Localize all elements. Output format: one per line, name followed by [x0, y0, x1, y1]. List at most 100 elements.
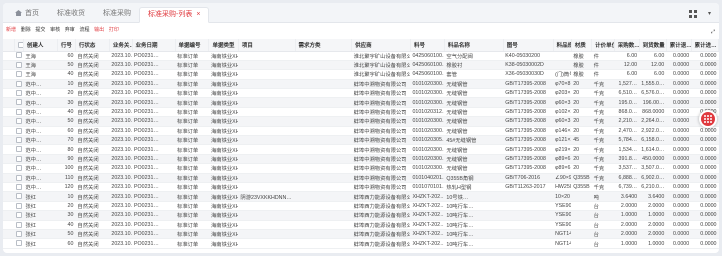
- unapprove-button[interactable]: 弃审: [65, 24, 75, 36]
- close-icon[interactable]: ×: [196, 11, 200, 18]
- row-checkbox[interactable]: [16, 230, 23, 237]
- table-row[interactable]: 范中…20自然关闭2023.10.16PO0231…标准订单海南铁业XHZKTJ…: [3, 88, 719, 99]
- column-header[interactable]: 业务关…: [109, 39, 133, 52]
- table-row[interactable]: 范中…100自然关闭2023.10.16PO0231…标准订单海南铁业XHZKT…: [3, 163, 719, 174]
- table-row[interactable]: 张红30自然关闭2023.10.16PO0231…标准订单海南铁业XHZKTJ……: [3, 210, 719, 221]
- submit-button[interactable]: 提交: [35, 24, 45, 36]
- row-checkbox-cell[interactable]: [14, 238, 24, 249]
- row-checkbox[interactable]: [16, 108, 23, 115]
- row-checkbox-cell[interactable]: [14, 79, 24, 90]
- column-header[interactable]: 单据类型: [208, 39, 239, 52]
- row-checkbox-cell[interactable]: [14, 173, 24, 183]
- column-header[interactable]: 行号: [57, 39, 76, 52]
- data-table-container[interactable]: 创建人行号行状态业务关…业务日期单据编号单据类型项目需求方类供应商料号料品名称图…: [3, 39, 719, 253]
- table-row[interactable]: 张红40自然关闭2023.10.16PO0231…标准订单海南铁业XHZKTJ……: [3, 220, 719, 230]
- tab-standard-purchase-list[interactable]: 标准采购-列表 ×: [139, 7, 210, 23]
- row-checkbox[interactable]: [16, 202, 23, 209]
- table-row[interactable]: 张红50自然关闭2023.10.16PO0231…标准订单海南铁业XHZKTJ……: [3, 229, 719, 240]
- row-checkbox-cell[interactable]: [14, 191, 24, 202]
- fullscreen-icon[interactable]: ⤢: [711, 26, 715, 38]
- row-checkbox-cell[interactable]: [14, 97, 24, 108]
- column-header[interactable]: 采购数…: [614, 39, 640, 52]
- table-row[interactable]: 范中…80自然关闭2023.10.16PO0231…标准订单海南铁业XHZKTJ…: [3, 144, 719, 155]
- row-checkbox[interactable]: [16, 193, 23, 200]
- row-checkbox[interactable]: [16, 71, 23, 78]
- app-grid-icon[interactable]: [689, 10, 697, 18]
- table-row[interactable]: 王海40自然关闭2023.10.16PO0231…标准订单海南铁业XHZKTJ……: [3, 69, 719, 80]
- column-header[interactable]: 行状态: [75, 39, 110, 52]
- row-checkbox[interactable]: [16, 221, 23, 228]
- row-checkbox-cell[interactable]: [14, 88, 24, 99]
- tab-standard-receipt[interactable]: 标准收货: [49, 7, 93, 23]
- table-row[interactable]: 张红60自然关闭2023.10.16PO0231…标准订单海南铁业XHZKTJ……: [3, 238, 719, 249]
- row-checkbox[interactable]: [16, 240, 23, 247]
- print-button[interactable]: 打印: [109, 24, 119, 36]
- table-row[interactable]: 王海50自然关闭2023.10.16PO0231…标准订单海南铁业XHZKTJ……: [3, 60, 719, 71]
- table-row[interactable]: 范中…60自然关闭2023.10.16PO0231…标准订单海南铁业XHZKTJ…: [3, 126, 719, 137]
- delete-button[interactable]: 删除: [21, 24, 31, 36]
- column-header[interactable]: 料品规格: [553, 39, 572, 52]
- tab-standard-purchase[interactable]: 标准采购: [95, 7, 139, 23]
- workflow-button[interactable]: 流程: [79, 24, 89, 36]
- row-checkbox[interactable]: [16, 99, 23, 106]
- column-header[interactable]: 料号: [410, 39, 445, 52]
- tab-home[interactable]: 首页: [7, 7, 47, 23]
- row-checkbox-cell[interactable]: [14, 126, 24, 137]
- table-row[interactable]: 范中…30自然关闭2023.10.16PO0231…标准订单海南铁业XHZKTJ…: [3, 97, 719, 108]
- chevron-down-icon[interactable]: ▾: [708, 10, 711, 17]
- row-checkbox-cell[interactable]: [14, 163, 24, 174]
- column-header[interactable]: 到货数量: [639, 39, 667, 52]
- row-checkbox-cell[interactable]: [14, 51, 24, 61]
- row-checkbox-cell[interactable]: [14, 116, 24, 127]
- column-header[interactable]: 材质: [571, 39, 593, 52]
- column-header[interactable]: 供应商: [351, 39, 411, 52]
- row-checkbox[interactable]: [16, 137, 23, 143]
- row-checkbox-cell[interactable]: [14, 69, 24, 80]
- column-header[interactable]: 项目: [238, 39, 296, 52]
- table-row[interactable]: 范中…90自然关闭2023.10.16PO0231…标准订单海南铁业XHZKTJ…: [3, 154, 719, 165]
- column-header[interactable]: 累计进…: [691, 39, 719, 52]
- select-all-checkbox-cell[interactable]: [14, 39, 24, 52]
- row-checkbox-cell[interactable]: [14, 135, 24, 146]
- row-checkbox-cell[interactable]: [14, 210, 24, 221]
- row-checkbox-cell[interactable]: [14, 229, 24, 240]
- row-checkbox[interactable]: [16, 127, 23, 134]
- row-checkbox[interactable]: [16, 155, 23, 162]
- row-checkbox[interactable]: [16, 61, 23, 68]
- approve-button[interactable]: 审核: [50, 24, 60, 36]
- row-checkbox[interactable]: [16, 165, 23, 172]
- column-header[interactable]: 需求方类: [295, 39, 353, 52]
- table-row[interactable]: 范中…40自然关闭2023.10.16PO0231…标准订单海南铁业XHZKTJ…: [3, 107, 719, 118]
- row-checkbox[interactable]: [16, 183, 23, 190]
- row-checkbox[interactable]: [16, 80, 23, 87]
- row-checkbox-cell[interactable]: [14, 201, 24, 212]
- table-row[interactable]: 范中…70自然关闭2023.10.16PO0231…标准订单海南铁业XHZKTJ…: [3, 135, 719, 146]
- add-button[interactable]: 新增: [6, 24, 16, 36]
- select-all-checkbox[interactable]: [17, 41, 23, 48]
- column-header[interactable]: 计价单位: [591, 39, 615, 52]
- column-header[interactable]: 累计退…: [666, 39, 692, 52]
- table-row[interactable]: 范中…50自然关闭2023.10.16PO0231…标准订单海南铁业XHZKTJ…: [3, 116, 719, 127]
- column-header[interactable]: 业务日期: [132, 39, 176, 52]
- column-header[interactable]: 创建人: [23, 39, 58, 52]
- floating-menu-button[interactable]: [699, 110, 717, 128]
- row-checkbox[interactable]: [16, 118, 23, 125]
- row-checkbox-cell[interactable]: [14, 154, 24, 165]
- table-row[interactable]: 王海60自然关闭2023.10.16PO0231…标准订单海南铁业XHZKTJ……: [3, 51, 719, 61]
- column-header[interactable]: 图号: [503, 39, 554, 52]
- row-checkbox-cell[interactable]: [14, 144, 24, 155]
- table-row[interactable]: 张红10自然关闭2023.10.16PO0231…标准订单海南铁业XHZKTJ……: [3, 191, 719, 202]
- row-checkbox[interactable]: [16, 52, 23, 59]
- column-header[interactable]: 单据编号: [175, 39, 210, 52]
- row-checkbox[interactable]: [16, 90, 23, 97]
- column-header[interactable]: 料品名称: [444, 39, 504, 52]
- row-checkbox-cell[interactable]: [14, 182, 24, 193]
- table-row[interactable]: 范中…120自然关闭2023.10.16PO0231…标准订单海南铁业XHZKT…: [3, 182, 719, 193]
- export-button[interactable]: 输出: [94, 24, 104, 36]
- row-checkbox[interactable]: [16, 146, 23, 153]
- row-checkbox-cell[interactable]: [14, 220, 24, 230]
- row-checkbox-cell[interactable]: [14, 60, 24, 71]
- row-checkbox[interactable]: [16, 174, 23, 181]
- row-checkbox[interactable]: [16, 212, 23, 219]
- table-row[interactable]: 范中…110自然关闭2023.10.16PO0231…标准订单海南铁业XHZKT…: [3, 173, 719, 183]
